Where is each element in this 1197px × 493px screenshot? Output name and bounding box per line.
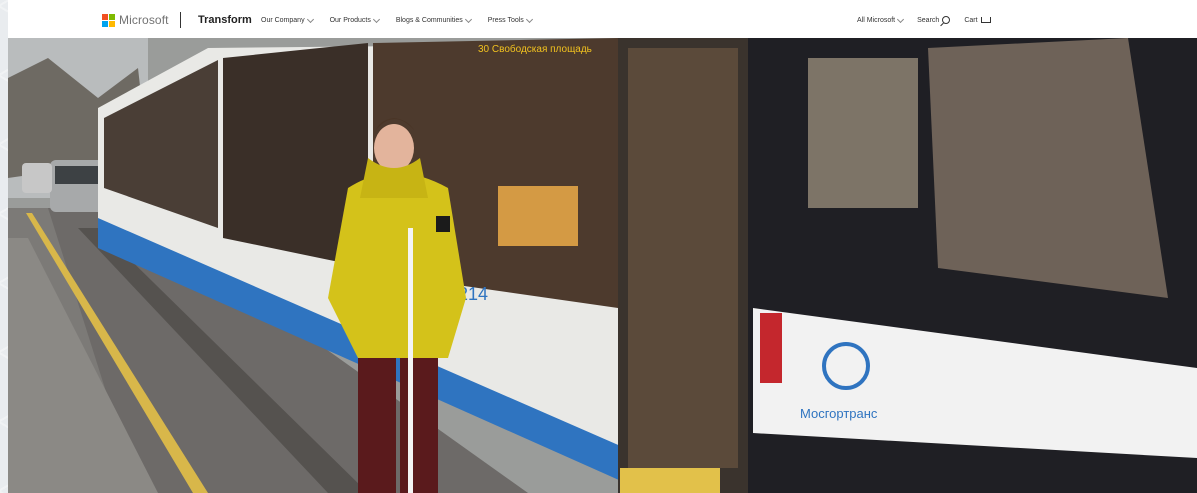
microsoft-logo-icon (102, 13, 115, 27)
site-title[interactable]: Transform (198, 14, 252, 26)
cart-label: Cart (964, 16, 978, 24)
search-icon (942, 16, 951, 24)
nav-item-press-tools[interactable]: Press Tools (487, 15, 533, 24)
hero-image: Мосгортранс 61214 30 Свободская площадь (8, 38, 1197, 493)
utility-nav: All Microsoft Search Cart (857, 15, 1005, 24)
search-button[interactable]: Search (917, 16, 951, 24)
nav-label: Blogs & Communities (395, 17, 463, 24)
microsoft-logo[interactable]: Microsoft (102, 13, 169, 27)
chevron-down-icon (372, 15, 380, 24)
chevron-down-icon (464, 15, 472, 24)
destination-sign-text: 30 Свободская площадь (478, 43, 592, 55)
hero-photo-tram-scene: Мосгортранс 61214 30 Свободская площадь (8, 38, 1197, 493)
nav-label: Press Tools (487, 17, 524, 24)
cart-icon (980, 17, 991, 23)
nav-item-our-products[interactable]: Our Products (329, 15, 380, 24)
nav-item-blogs-communities[interactable]: Blogs & Communities (395, 15, 472, 24)
all-microsoft-label: All Microsoft (857, 16, 896, 24)
cart-button[interactable]: Cart (964, 16, 991, 24)
chevron-down-icon (306, 15, 314, 24)
nav-item-our-company[interactable]: Our Company (261, 15, 314, 24)
tram-brand-text: Мосгортранс (800, 406, 878, 421)
nav-label: Our Products (329, 17, 371, 24)
all-microsoft-menu[interactable]: All Microsoft (857, 15, 905, 24)
chevron-down-icon (897, 15, 905, 23)
site-header: Microsoft Transform Our Company Our Prod… (8, 0, 1197, 38)
main-nav: Our Company Our Products Blogs & Communi… (261, 15, 549, 24)
search-label: Search (917, 16, 940, 24)
header-divider (180, 12, 181, 28)
nav-label: Our Company (261, 17, 305, 24)
microsoft-wordmark: Microsoft (119, 13, 169, 27)
chevron-down-icon (525, 15, 533, 24)
